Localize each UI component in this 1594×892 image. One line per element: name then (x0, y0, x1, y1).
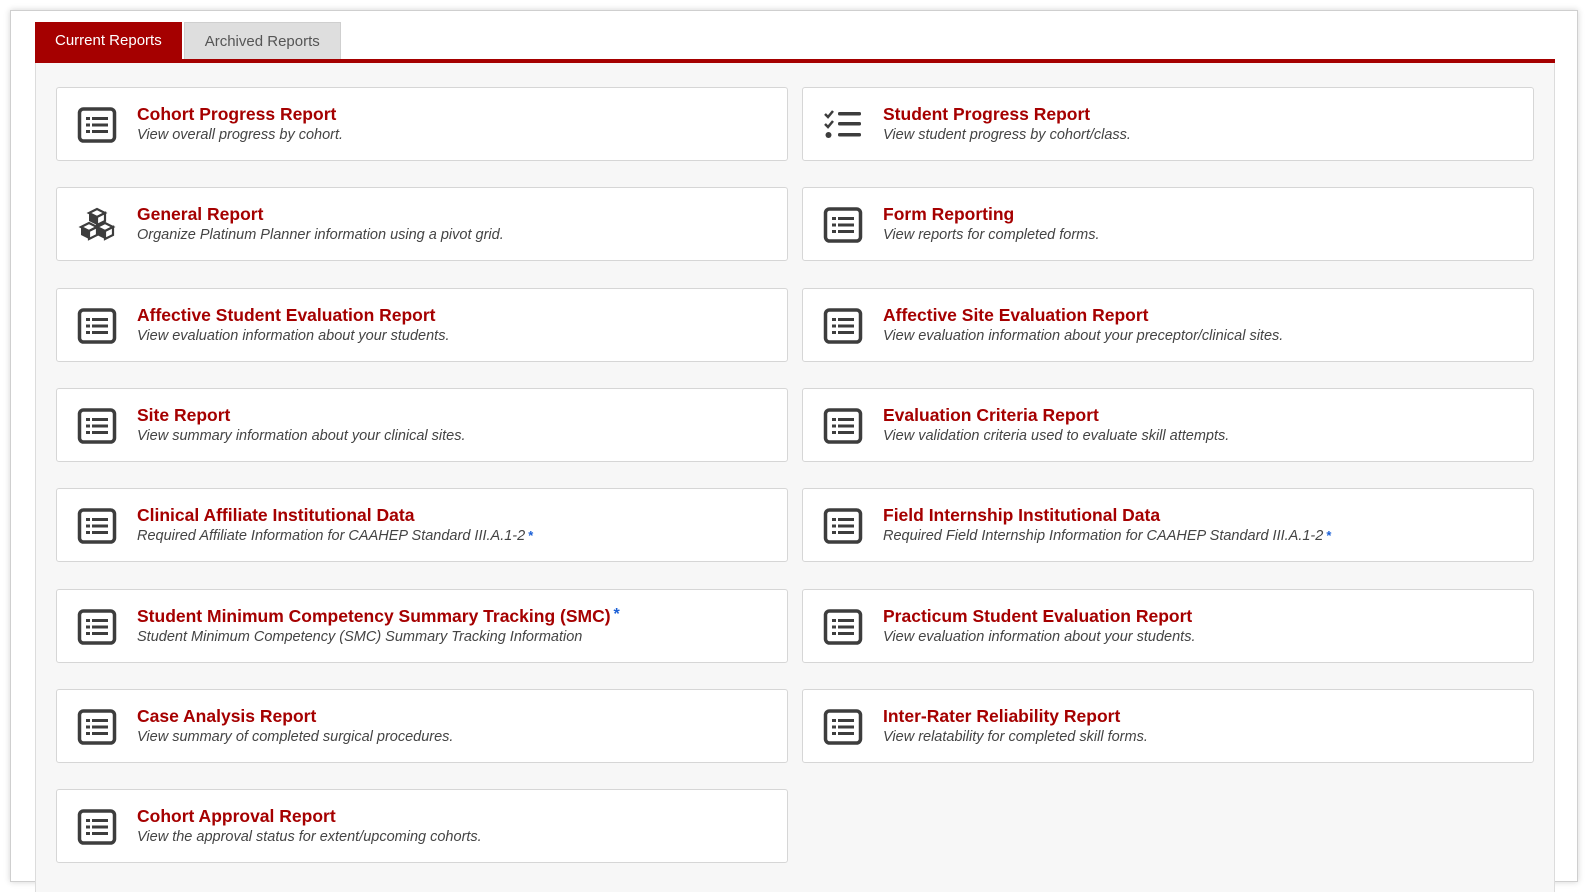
report-description: View student progress by cohort/class. (883, 127, 1131, 143)
report-description: View evaluation information about your p… (883, 328, 1283, 344)
report-description-text: View evaluation information about your s… (883, 629, 1196, 645)
report-tabs: Current Reports Archived Reports (35, 21, 343, 61)
report-card[interactable]: Student Minimum Competency Summary Track… (56, 589, 788, 663)
report-card[interactable]: Cohort Approval Report View the approval … (56, 789, 788, 863)
report-title-link[interactable]: Clinical Affiliate Institutional Data (137, 505, 414, 526)
list-icon (77, 507, 117, 545)
report-title-link[interactable]: Cohort Approval Report (137, 806, 336, 827)
tab-current-reports[interactable]: Current Reports (35, 22, 182, 61)
report-description-text: View summary of completed surgical proce… (137, 729, 454, 745)
report-description-text: Required Affiliate Information for CAAHE… (137, 528, 526, 544)
list-icon (77, 708, 117, 746)
report-card[interactable]: Site Report View summary information abou… (56, 388, 788, 462)
list-icon (823, 206, 863, 244)
report-title-text: General Report (137, 204, 264, 224)
report-title-text: Student Minimum Competency Summary Track… (137, 606, 611, 626)
list-icon (823, 608, 863, 646)
report-description-text: Student Minimum Competency (SMC) Summary… (137, 629, 583, 645)
required-asterisk: * (528, 528, 534, 543)
report-title-link[interactable]: Practicum Student Evaluation Report (883, 606, 1192, 627)
list-icon (77, 407, 117, 445)
checklist-icon (823, 106, 863, 144)
report-description-text: View validation criteria used to evaluat… (883, 428, 1230, 444)
report-description-text: Required Field Internship Information fo… (883, 528, 1324, 544)
report-description: View the approval status for extent/upco… (137, 829, 482, 845)
report-title-text: Field Internship Institutional Data (883, 505, 1161, 525)
report-card[interactable]: Cohort Progress Report View overall progr… (56, 87, 788, 161)
report-description-text: View overall progress by cohort. (137, 127, 344, 143)
report-description: View summary of completed surgical proce… (137, 729, 453, 745)
report-card[interactable]: Field Internship Institutional Data Requi… (802, 488, 1534, 562)
report-card[interactable]: Case Analysis Report View summary of comp… (56, 689, 788, 763)
report-title-text: Clinical Affiliate Institutional Data (137, 505, 415, 525)
report-description-text: View relatability for completed skill fo… (883, 729, 1148, 745)
cubes-icon (77, 206, 117, 244)
report-description: View evaluation information about your s… (883, 629, 1195, 645)
report-card[interactable]: Form Reporting View reports for completed… (802, 187, 1534, 261)
report-card[interactable]: Clinical Affiliate Institutional Data Req… (56, 488, 788, 562)
report-description: Required Field Internship Information fo… (883, 528, 1331, 544)
report-description-text: View student progress by cohort/class. (883, 127, 1131, 143)
report-title-link[interactable]: Form Reporting (883, 204, 1014, 225)
report-description-text: View summary information about your clin… (137, 428, 466, 444)
report-description-text: Organize Platinum Planner information us… (137, 227, 504, 243)
report-window: Current Reports Archived Reports Cohort … (10, 10, 1578, 892)
list-icon (77, 608, 117, 646)
report-title-link[interactable]: Field Internship Institutional Data (883, 505, 1160, 526)
report-title-text: Evaluation Criteria Report (883, 405, 1099, 425)
report-card[interactable]: Affective Student Evaluation Report View … (56, 288, 788, 362)
report-description-text: View evaluation information about your s… (137, 328, 450, 344)
report-description-text: View evaluation information about your p… (883, 328, 1284, 344)
report-description: Organize Platinum Planner information us… (137, 227, 504, 243)
report-title-link[interactable]: General Report (137, 204, 263, 225)
list-icon (823, 407, 863, 445)
report-title-text: Affective Student Evaluation Report (137, 305, 436, 325)
report-title-text: Practicum Student Evaluation Report (883, 606, 1193, 626)
report-title-text: Cohort Progress Report (137, 104, 337, 124)
report-card[interactable]: General Report Organize Platinum Planner … (56, 187, 788, 261)
required-asterisk: * (613, 606, 620, 623)
report-description: View summary information about your clin… (137, 428, 466, 444)
report-description: View reports for completed forms. (883, 227, 1100, 243)
report-description-text: View the approval status for extent/upco… (137, 829, 482, 845)
list-icon (823, 507, 863, 545)
report-card[interactable]: Evaluation Criteria Report View validatio… (802, 388, 1534, 462)
report-description-text: View reports for completed forms. (883, 227, 1100, 243)
report-description: Student Minimum Competency (SMC) Summary… (137, 629, 582, 645)
list-icon (823, 708, 863, 746)
report-title-link[interactable]: Evaluation Criteria Report (883, 405, 1099, 426)
report-card[interactable]: Practicum Student Evaluation Report View … (802, 589, 1534, 663)
report-card[interactable]: Inter-Rater Reliability Report View relat… (802, 689, 1534, 763)
list-icon (77, 106, 117, 144)
report-description: Required Affiliate Information for CAAHE… (137, 528, 533, 544)
reports-panel: Cohort Progress Report View overall progr… (35, 63, 1555, 892)
report-title-link[interactable]: Affective Student Evaluation Report (137, 305, 436, 326)
list-icon (77, 808, 117, 846)
report-title-text: Case Analysis Report (137, 706, 317, 726)
report-title-text: Site Report (137, 405, 231, 425)
list-icon (77, 307, 117, 345)
report-card[interactable]: Student Progress Report View student prog… (802, 87, 1534, 161)
report-title-text: Form Reporting (883, 204, 1015, 224)
required-asterisk: * (1326, 528, 1332, 543)
report-title-text: Affective Site Evaluation Report (883, 305, 1149, 325)
report-title-link[interactable]: Cohort Progress Report (137, 104, 336, 125)
report-title-link[interactable]: Inter-Rater Reliability Report (883, 706, 1120, 727)
list-icon (823, 307, 863, 345)
report-card[interactable]: Affective Site Evaluation Report View eva… (802, 288, 1534, 362)
report-title-link[interactable]: Student Minimum Competency Summary Track… (137, 606, 620, 627)
report-title-link[interactable]: Case Analysis Report (137, 706, 316, 727)
report-description: View overall progress by cohort. (137, 127, 343, 143)
report-title-link[interactable]: Student Progress Report (883, 104, 1090, 125)
report-description: View relatability for completed skill fo… (883, 729, 1148, 745)
report-description: View evaluation information about your s… (137, 328, 449, 344)
report-title-text: Cohort Approval Report (137, 806, 336, 826)
report-title-link[interactable]: Site Report (137, 405, 230, 426)
tab-archived-reports[interactable]: Archived Reports (183, 22, 341, 60)
report-title-text: Inter-Rater Reliability Report (883, 706, 1121, 726)
report-title-link[interactable]: Affective Site Evaluation Report (883, 305, 1148, 326)
report-description: View validation criteria used to evaluat… (883, 428, 1229, 444)
report-title-text: Student Progress Report (883, 104, 1091, 124)
